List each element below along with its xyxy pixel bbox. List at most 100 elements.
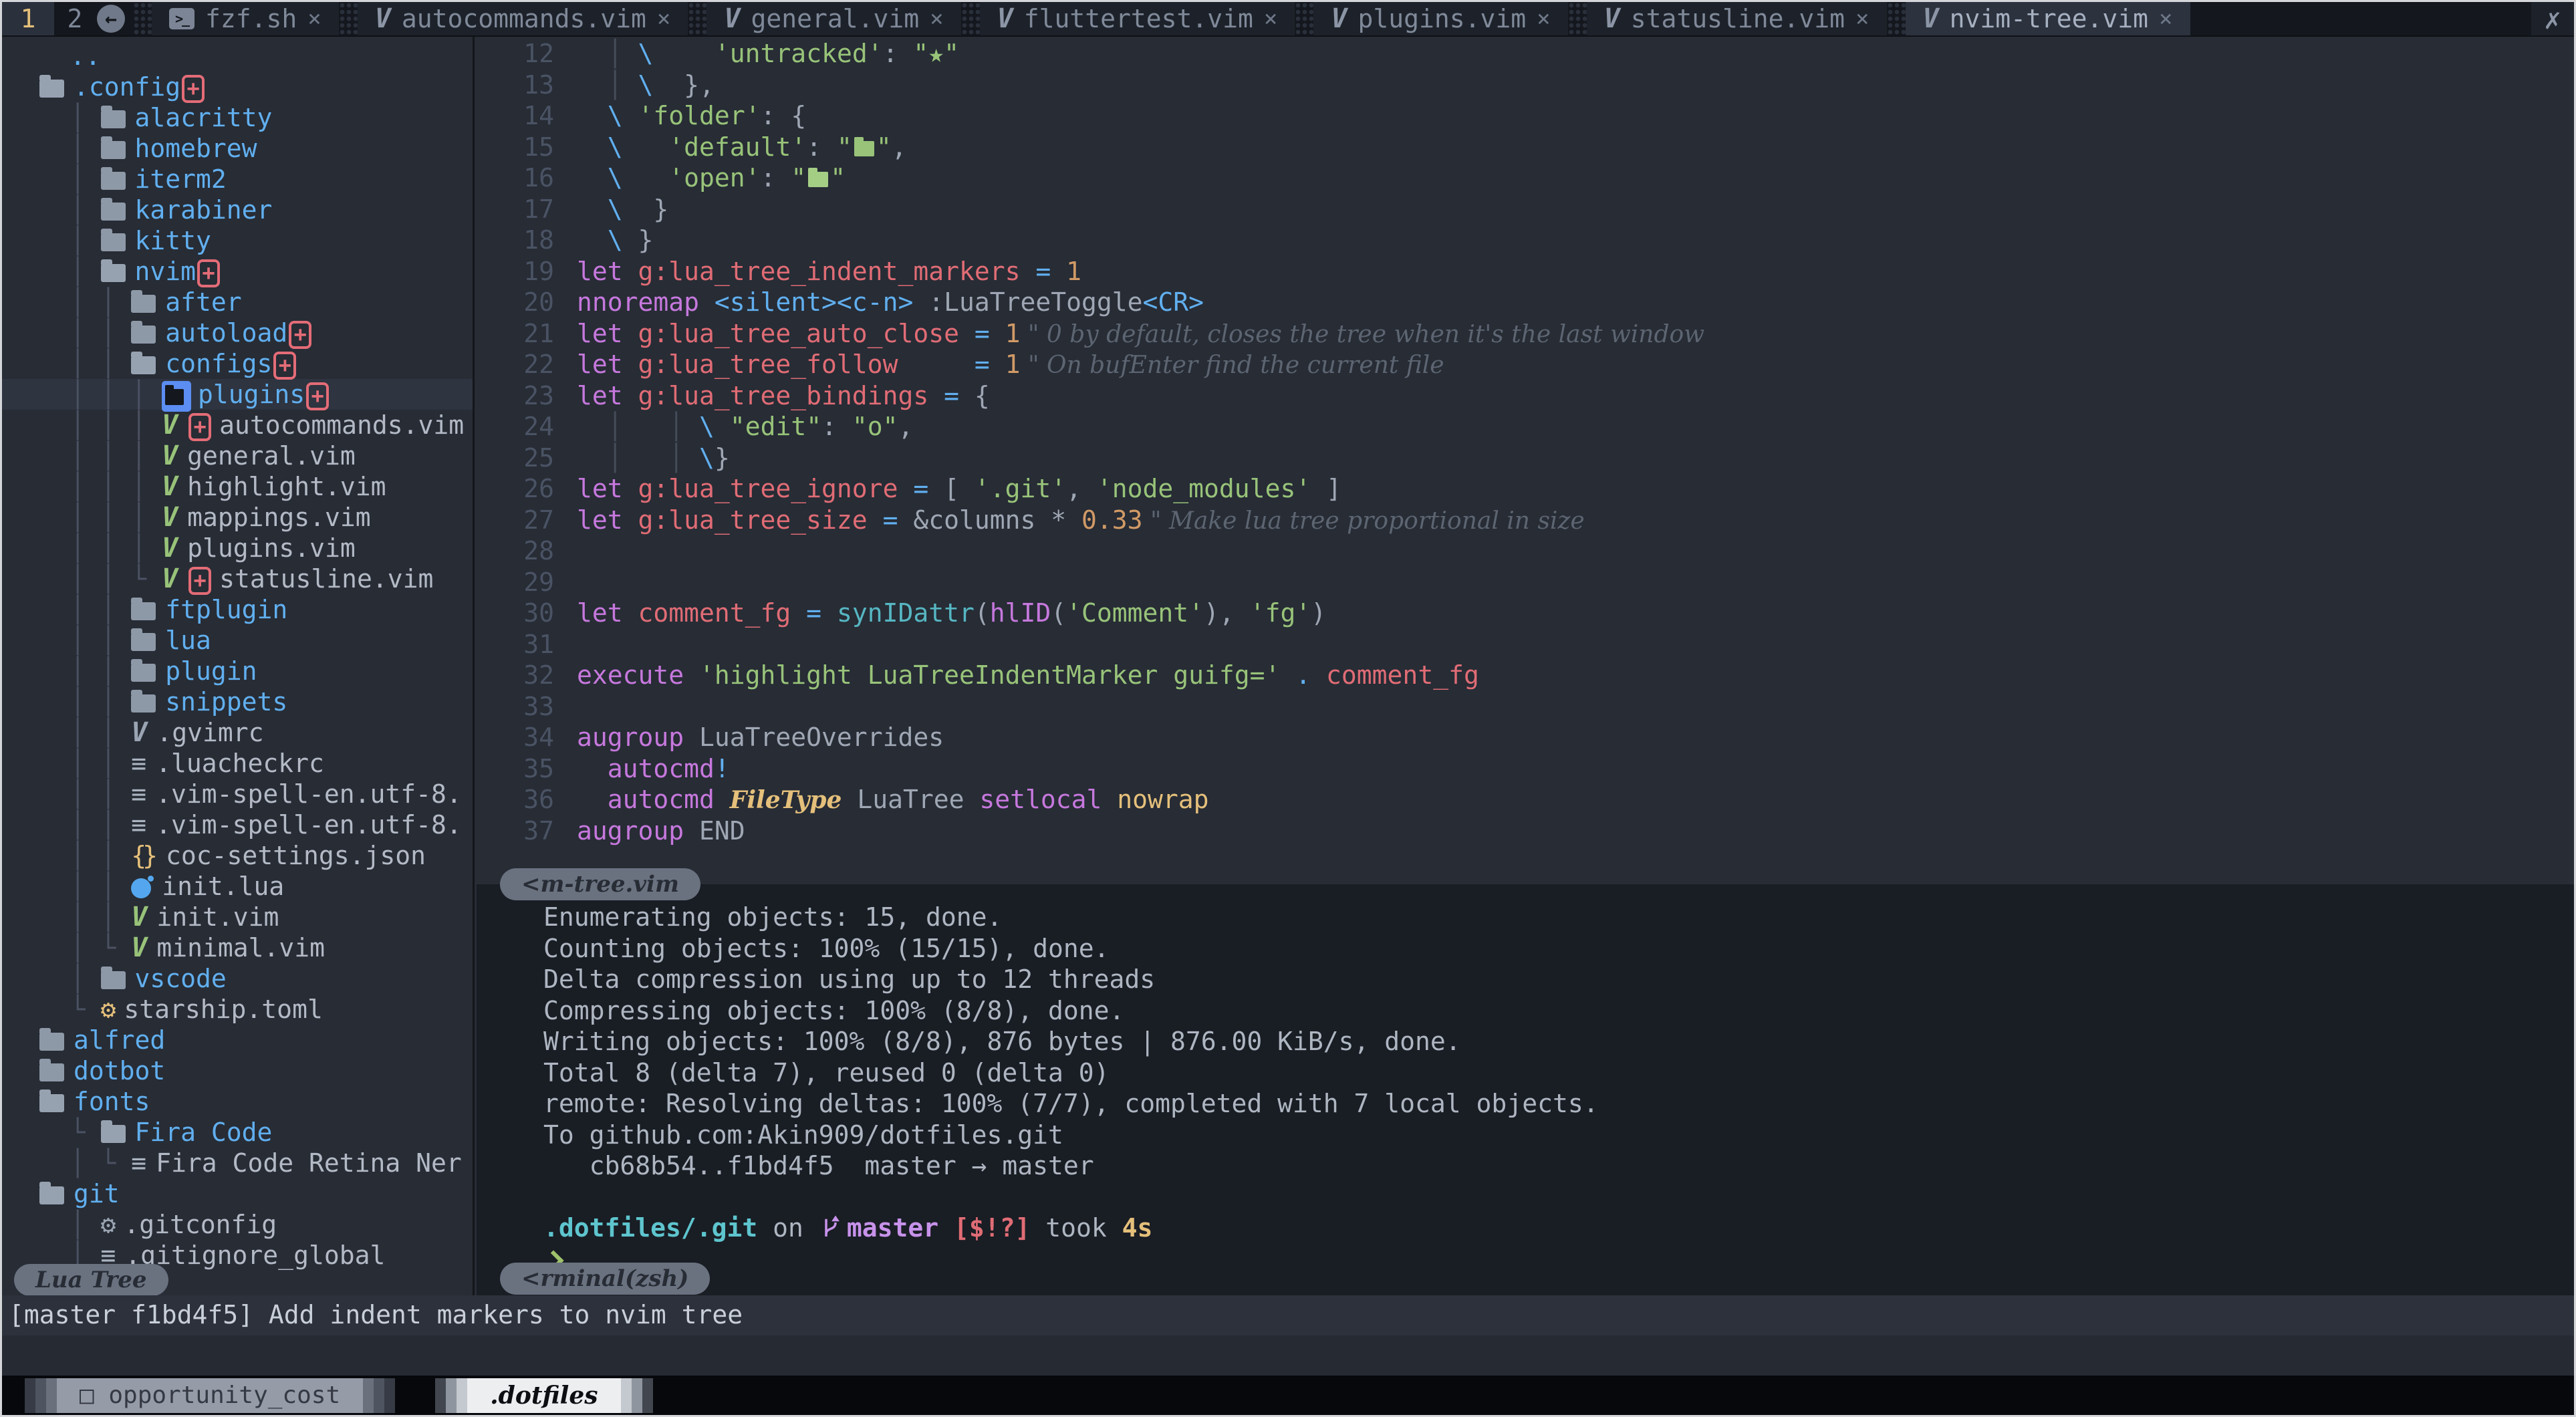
folder-closed-icon bbox=[131, 633, 156, 651]
tree-item-Fira Code[interactable]: └ Fira Code bbox=[39, 1117, 473, 1148]
tab-number-active[interactable]: 1 bbox=[2, 2, 54, 35]
tree-item-kitty[interactable]: │ kitty bbox=[39, 225, 473, 256]
tree-item-ftplugin[interactable]: │ │ ftplugin bbox=[39, 594, 473, 625]
tab-general.vim[interactable]: Vgeneral.vim× bbox=[706, 2, 960, 35]
tree-indent-guides: │ │ bbox=[39, 287, 131, 317]
tab-close-icon[interactable]: × bbox=[1855, 5, 1869, 32]
tree-item-.luacheckrc[interactable]: │ │ ≡.luacheckrc bbox=[39, 748, 473, 779]
file-tree-sidebar[interactable]: ...config+ │ alacritty │ homebrew │ iter… bbox=[2, 37, 475, 1295]
tab-fzf.sh[interactable]: >_fzf.sh× bbox=[152, 2, 339, 35]
tab-close-icon[interactable]: × bbox=[307, 5, 321, 32]
tree-indent-guides: │ │ bbox=[39, 626, 131, 655]
tree-item-label: .gitconfig bbox=[124, 1210, 277, 1239]
tree-item-statusline.vim[interactable]: │ │ └ V+statusline.vim bbox=[39, 563, 473, 594]
tree-indent-guides: │ │ │ bbox=[39, 472, 162, 501]
tabline-filler bbox=[2190, 2, 2531, 35]
terminal-icon: >_ bbox=[169, 8, 195, 29]
tree-item-.vim-spell-en.utf-8.[interactable]: │ │ ≡.vim-spell-en.utf-8. bbox=[39, 809, 473, 840]
tree-item-after[interactable]: │ │ after bbox=[39, 287, 473, 317]
tree-item-iterm2[interactable]: │ iterm2 bbox=[39, 164, 473, 195]
tree-item-.gvimrc[interactable]: │ │ V.gvimrc bbox=[39, 717, 473, 748]
folder-open-icon bbox=[39, 80, 64, 98]
code-line: 35 autocmd! bbox=[477, 753, 2574, 785]
line-number: 19 bbox=[477, 256, 577, 287]
tree-item-label: kitty bbox=[135, 226, 211, 255]
git-modified-badge: + bbox=[182, 75, 205, 103]
terminal-output-line: Enumerating objects: 15, done. bbox=[543, 902, 2574, 933]
tab-close-icon[interactable]: × bbox=[657, 5, 670, 32]
tree-indent-guides: └ bbox=[39, 995, 101, 1024]
tree-indent-guides: │ │ bbox=[39, 595, 131, 624]
tree-item-alfred[interactable]: alfred bbox=[39, 1025, 473, 1055]
tree-item-mappings.vim[interactable]: │ │ │ Vmappings.vim bbox=[39, 502, 473, 533]
tree-item-autocommands.vim[interactable]: │ │ │ V+autocommands.vim bbox=[39, 410, 473, 440]
tab-autocommands.vim[interactable]: Vautocommands.vim× bbox=[358, 2, 688, 35]
terminal-output-line: Compressing objects: 100% (8/8), done. bbox=[543, 995, 2574, 1027]
tree-item-plugin[interactable]: │ │ plugin bbox=[39, 656, 473, 686]
tab-scroll-left-icon[interactable]: ← bbox=[97, 5, 125, 33]
terminal-output-line: To github.com:Akin909/dotfiles.git bbox=[543, 1120, 2574, 1151]
tab-close-icon[interactable]: × bbox=[930, 5, 943, 32]
terminal-output-line: Counting objects: 100% (15/15), done. bbox=[543, 933, 2574, 964]
tree-indent-guides: │ │ │ bbox=[39, 380, 162, 409]
tree-item-label: nvim bbox=[135, 257, 197, 286]
tree-item-..[interactable]: .. bbox=[39, 41, 473, 72]
tree-item-dotbot[interactable]: dotbot bbox=[39, 1055, 473, 1086]
line-number: 28 bbox=[477, 535, 577, 567]
tree-item-coc-settings.json[interactable]: │ │ {}coc-settings.json bbox=[39, 840, 473, 871]
tree-item-karabiner[interactable]: │ karabiner bbox=[39, 195, 473, 225]
vim-tabline: 1 2 ← >_fzf.sh×Vautocommands.vim×Vgenera… bbox=[2, 2, 2574, 37]
tree-item-.config[interactable]: .config+ bbox=[39, 72, 473, 102]
tree-item-highlight.vim[interactable]: │ │ │ Vhighlight.vim bbox=[39, 471, 473, 502]
tree-item-alacritty[interactable]: │ alacritty bbox=[39, 102, 473, 133]
tree-indent-guides: │ │ └ bbox=[39, 564, 162, 594]
tree-item-init.vim[interactable]: │ │ Vinit.vim bbox=[39, 902, 473, 932]
tree-item-fonts[interactable]: fonts bbox=[39, 1086, 473, 1117]
tab-nvim-tree.vim[interactable]: Vnvim-tree.vim× bbox=[1906, 2, 2190, 35]
tree-item-homebrew[interactable]: │ homebrew bbox=[39, 133, 473, 164]
tree-item-lua[interactable]: │ │ lua bbox=[39, 625, 473, 656]
tree-item-label: alfred bbox=[74, 1025, 165, 1055]
tree-item-.vim-spell-en.utf-8.[interactable]: │ │ ≡.vim-spell-en.utf-8. bbox=[39, 779, 473, 809]
tree-item-autoload[interactable]: │ │ autoload+ bbox=[39, 317, 473, 348]
tab-close-icon[interactable]: × bbox=[1264, 5, 1277, 32]
tmux-window--dotfiles[interactable]: .dotfiles bbox=[435, 1378, 652, 1413]
tab-number-other[interactable]: 2 bbox=[54, 2, 96, 35]
tab-statusline.vim[interactable]: Vstatusline.vim× bbox=[1587, 2, 1887, 35]
tree-item-Fira Code Retina Ner[interactable]: │ └ ≡Fira Code Retina Ner bbox=[39, 1148, 473, 1178]
tree-item-vscode[interactable]: │ vscode bbox=[39, 963, 473, 994]
tree-item-plugins.vim[interactable]: │ │ │ Vplugins.vim bbox=[39, 533, 473, 563]
tree-item-configs[interactable]: │ │ configs+ bbox=[39, 348, 473, 379]
close-all-icon[interactable]: ✗ bbox=[2531, 2, 2574, 35]
tab-close-icon[interactable]: × bbox=[2159, 5, 2172, 32]
tab-plugins.vim[interactable]: Vplugins.vim× bbox=[1313, 2, 1567, 35]
tmux-window-label: □ opportunity_cost bbox=[57, 1378, 363, 1413]
tree-item-label: snippets bbox=[165, 687, 287, 717]
tmux-window--opportunity-cost[interactable]: □ opportunity_cost bbox=[25, 1378, 395, 1413]
git-modified-badge: + bbox=[289, 321, 311, 349]
tab-close-icon[interactable]: × bbox=[1537, 5, 1550, 32]
vim-file-icon-gray: V bbox=[131, 717, 147, 748]
editor-buffer[interactable]: 12 │ \ 'untracked': "★"13 │ \ },14 \ 'fo… bbox=[477, 37, 2574, 886]
tree-item-init.lua[interactable]: │ │ init.lua bbox=[39, 871, 473, 902]
line-number: 24 bbox=[477, 411, 577, 442]
tree-item-plugins[interactable]: │ │ │ plugins+ bbox=[2, 379, 473, 410]
tree-item-starship.toml[interactable]: └ ⚙starship.toml bbox=[39, 994, 473, 1025]
tmux-segment bbox=[363, 1378, 374, 1413]
terminal-blank-line bbox=[543, 1182, 2574, 1213]
tree-item-minimal.vim[interactable]: │ └ Vminimal.vim bbox=[39, 932, 473, 963]
tab-fluttertest.vim[interactable]: Vfluttertest.vim× bbox=[980, 2, 1295, 35]
terminal-pane[interactable]: Enumerating objects: 15, done.Counting o… bbox=[477, 884, 2574, 1295]
code-line: 19let g:lua_tree_indent_markers = 1 bbox=[477, 256, 2574, 287]
line-number: 15 bbox=[477, 132, 577, 163]
tree-item-git[interactable]: git bbox=[39, 1178, 473, 1209]
tree-item-general.vim[interactable]: │ │ │ Vgeneral.vim bbox=[39, 440, 473, 471]
tree-item-.gitconfig[interactable]: │ ⚙.gitconfig bbox=[39, 1209, 473, 1240]
tree-item-nvim[interactable]: │ nvim+ bbox=[39, 256, 473, 287]
tree-item-label: coc-settings.json bbox=[166, 841, 426, 870]
code-line: 26let g:lua_tree_ignore = [ '.git', 'nod… bbox=[477, 473, 2574, 505]
tree-item-snippets[interactable]: │ │ snippets bbox=[39, 686, 473, 717]
tab-label: general.vim bbox=[751, 4, 919, 33]
tmux-segment bbox=[25, 1378, 35, 1413]
folder-closed-icon bbox=[131, 694, 156, 713]
